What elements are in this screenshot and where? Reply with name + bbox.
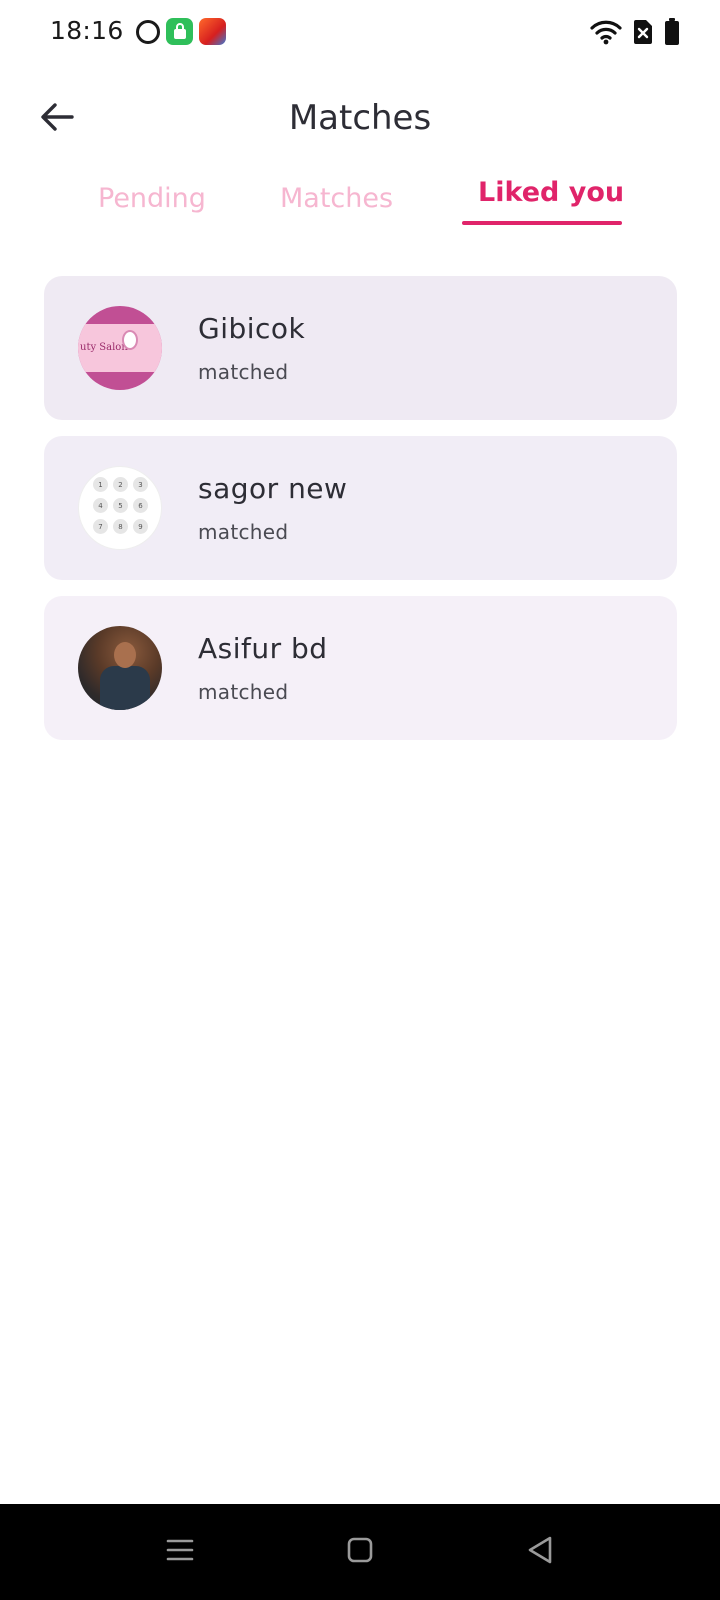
- wifi-icon: [590, 19, 622, 49]
- keypad-key: 7: [93, 519, 108, 534]
- avatar: uty Salon: [78, 306, 162, 390]
- match-status: matched: [198, 680, 289, 704]
- keypad-key: 4: [93, 498, 108, 513]
- recent-apps-button[interactable]: [158, 1530, 202, 1574]
- battery-icon: [664, 18, 680, 50]
- match-name: Asifur bd: [198, 632, 328, 665]
- keypad-key: 9: [133, 519, 148, 534]
- tab-bar: Pending Matches Liked you: [0, 175, 720, 235]
- match-status: matched: [198, 520, 289, 544]
- system-back-button[interactable]: [518, 1530, 562, 1574]
- keypad-key: 1: [93, 477, 108, 492]
- home-button[interactable]: [338, 1530, 382, 1574]
- keypad-key: 5: [113, 498, 128, 513]
- match-card-asifur-bd[interactable]: Asifur bd matched: [44, 596, 677, 740]
- match-list: uty Salon Gibicok matched 1 2 3 4 5 6 7 …: [44, 276, 677, 756]
- avatar: [78, 626, 162, 710]
- match-name: sagor new: [198, 472, 348, 505]
- match-name: Gibicok: [198, 312, 306, 345]
- home-icon: [347, 1537, 373, 1567]
- notification-icons: [136, 18, 226, 45]
- page-title: Matches: [288, 98, 432, 138]
- match-status: matched: [198, 360, 289, 384]
- tab-liked-you[interactable]: Liked you: [478, 177, 624, 208]
- keypad-key: 2: [113, 477, 128, 492]
- keypad-key: 3: [133, 477, 148, 492]
- status-time: 18:16: [50, 16, 124, 45]
- avatar: 1 2 3 4 5 6 7 8 9: [78, 466, 162, 550]
- match-card-sagor-new[interactable]: 1 2 3 4 5 6 7 8 9 sagor new matched: [44, 436, 677, 580]
- match-card-gibicok[interactable]: uty Salon Gibicok matched: [44, 276, 677, 420]
- back-triangle-icon: [526, 1535, 554, 1569]
- game-icon: [199, 18, 226, 45]
- menu-icon: [166, 1538, 194, 1566]
- keypad-key: 6: [133, 498, 148, 513]
- active-tab-indicator: [462, 221, 622, 225]
- system-icons: [590, 18, 680, 50]
- sim-off-icon: [632, 19, 654, 49]
- navigation-bar: [0, 1504, 720, 1600]
- shopping-bag-icon: [166, 18, 193, 45]
- tab-pending[interactable]: Pending: [98, 183, 206, 214]
- tab-matches[interactable]: Matches: [280, 183, 393, 214]
- face-app-icon: [136, 19, 160, 44]
- avatar-salon-text: uty Salon: [80, 342, 128, 353]
- keypad-key: 8: [113, 519, 128, 534]
- status-bar: 18:16: [0, 0, 720, 64]
